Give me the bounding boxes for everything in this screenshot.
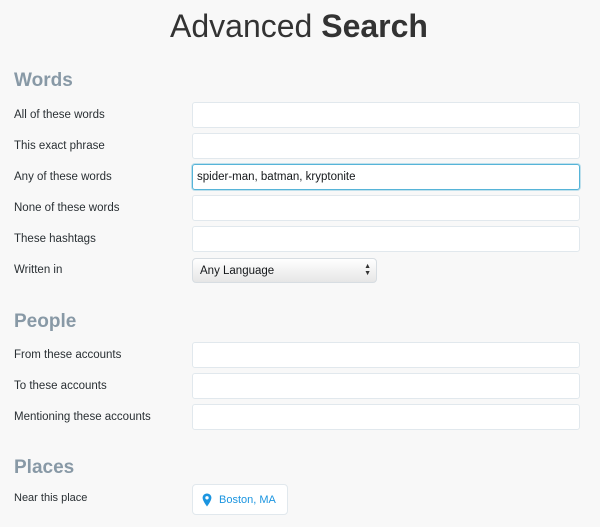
hashtags-input[interactable]	[192, 226, 580, 252]
to-accounts-input[interactable]	[192, 373, 580, 399]
all-words-label: All of these words	[14, 109, 105, 121]
hashtags-label: These hashtags	[14, 233, 96, 245]
page-title-bold: Search	[321, 8, 428, 44]
map-pin-icon	[202, 493, 212, 506]
near-place-label: Near this place	[14, 492, 88, 504]
exact-phrase-label: This exact phrase	[14, 140, 105, 152]
from-accounts-input[interactable]	[192, 342, 580, 368]
section-heading-places: Places	[14, 457, 75, 478]
page-title-light: Advanced	[170, 8, 313, 44]
near-place-value: Boston, MA	[219, 493, 276, 506]
all-words-input[interactable]	[192, 102, 580, 128]
from-accounts-label: From these accounts	[14, 349, 122, 361]
language-select-value: Any Language	[200, 264, 275, 277]
mentioning-accounts-label: Mentioning these accounts	[14, 411, 151, 423]
near-place-button[interactable]: Boston, MA	[192, 484, 288, 515]
exact-phrase-input[interactable]	[192, 133, 580, 159]
any-words-input[interactable]	[192, 164, 580, 190]
page-title: Advanced Search	[170, 8, 428, 45]
language-label: Written in	[14, 264, 63, 276]
section-heading-people: People	[14, 311, 77, 332]
select-arrows-icon: ▲ ▼	[364, 263, 371, 277]
any-words-label: Any of these words	[14, 171, 112, 183]
language-select[interactable]: Any Language ▲ ▼	[192, 258, 377, 283]
section-heading-words: Words	[14, 70, 73, 91]
none-words-label: None of these words	[14, 202, 120, 214]
to-accounts-label: To these accounts	[14, 380, 107, 392]
none-words-input[interactable]	[192, 195, 580, 221]
mentioning-accounts-input[interactable]	[192, 404, 580, 430]
